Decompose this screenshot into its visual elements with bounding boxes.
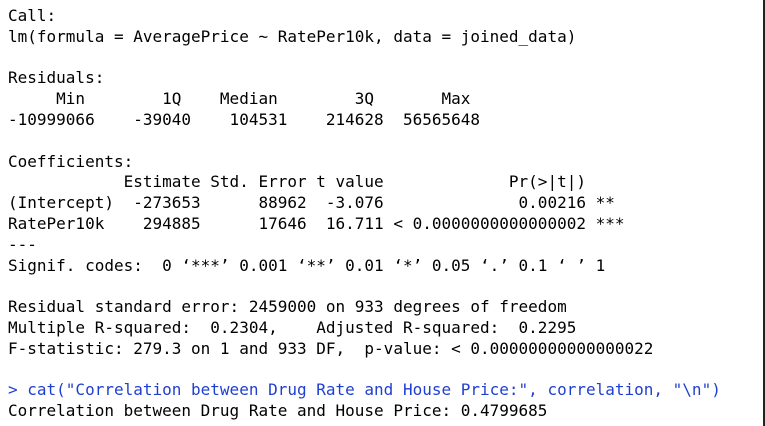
r-console-output[interactable]: Call: lm(formula = AveragePrice ~ RatePe… xyxy=(0,0,765,426)
residuals-quantile-labels: Min 1Q Median 3Q Max xyxy=(8,89,481,109)
console-command-cat: > cat("Correlation between Drug Rate and… xyxy=(8,380,721,400)
coefficients-column-headers: Estimate Std. Error t value Pr(>|t|) xyxy=(8,172,625,192)
residual-standard-error: Residual standard error: 2459000 on 933 … xyxy=(8,297,567,317)
correlation-output: Correlation between Drug Rate and House … xyxy=(8,401,558,421)
call-header: Call: xyxy=(8,6,57,25)
lm-call-formula: lm(formula = AveragePrice ~ RatePer10k, … xyxy=(8,26,577,46)
significance-codes: Signif. codes: 0 ‘***’ 0.001 ‘**’ 0.01 ‘… xyxy=(8,255,606,275)
residuals-quantile-values: -10999066 -39040 104531 214628 56565648 xyxy=(8,109,490,129)
coefficient-row-intercept: (Intercept) -273653 88962 -3.076 0.00216… xyxy=(8,193,625,213)
coefficients-header: Coefficients: xyxy=(8,151,134,171)
separator-dashes: --- xyxy=(8,234,37,254)
coefficient-row-rateper10k: RatePer10k 294885 17646 16.711 < 0.00000… xyxy=(8,213,625,233)
r-squared-summary: Multiple R-squared: 0.2304, Adjusted R-s… xyxy=(8,317,586,337)
f-statistic-summary: F-statistic: 279.3 on 1 and 933 DF, p-va… xyxy=(8,338,654,358)
residuals-header: Residuals: xyxy=(8,68,105,88)
